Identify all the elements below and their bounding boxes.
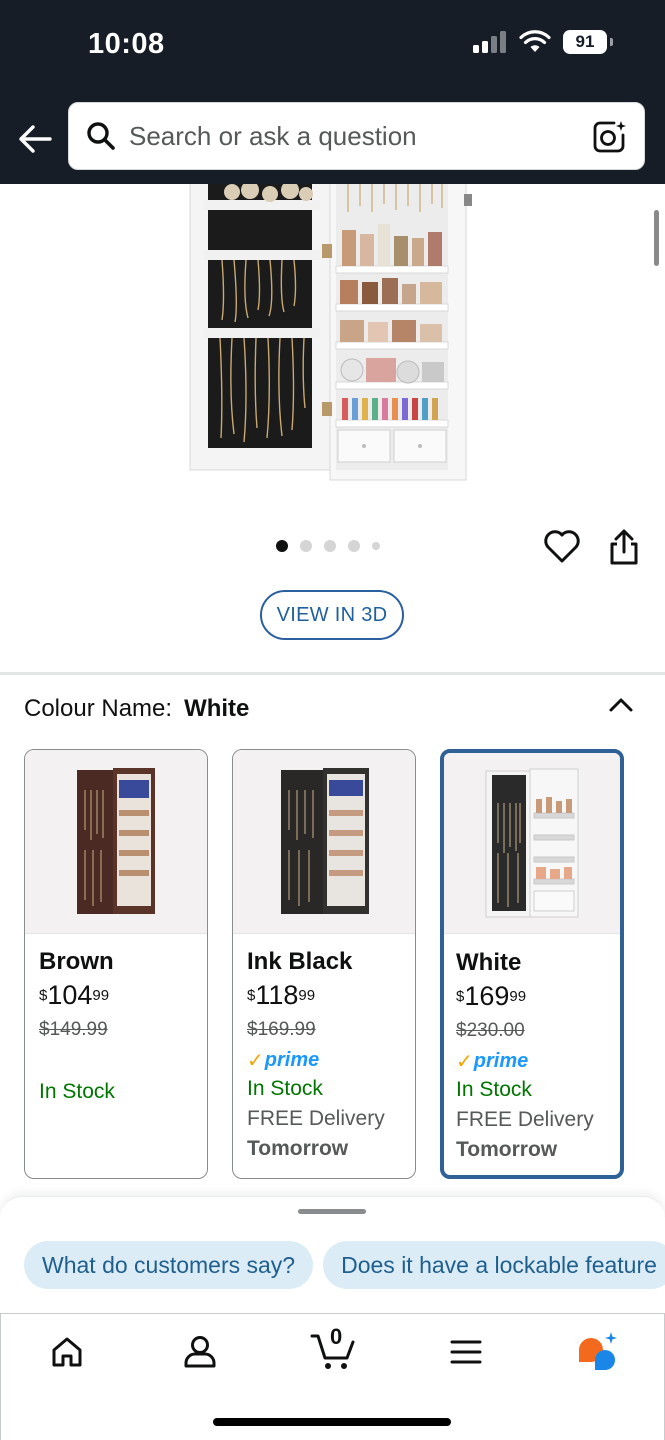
product-image[interactable] [0, 184, 665, 524]
prime-badge: ✓ prime [456, 1049, 529, 1073]
variant-thumbnail [444, 753, 620, 934]
variant-stock-status: In Stock [39, 1080, 115, 1103]
scroll-indicator [654, 210, 659, 266]
jewelry-cabinet-illustration [189, 184, 472, 481]
view-in-3d-button[interactable]: VIEW IN 3D [260, 590, 404, 640]
status-time: 10:08 [88, 28, 165, 60]
section-divider [0, 672, 665, 675]
search-input[interactable] [129, 120, 569, 152]
wifi-icon [519, 30, 551, 52]
status-icons: 91 [473, 30, 613, 54]
variant-card-white[interactable]: White $16999 $230.00 ✓ prime In Stock FRE… [440, 749, 624, 1179]
colour-selection-header: Colour Name: White [24, 695, 249, 723]
variant-was-price: $230.00 [456, 1020, 525, 1041]
variant-name: Brown [39, 948, 114, 975]
prime-check-icon: ✓ [247, 1049, 264, 1072]
variant-delivery-day: Tomorrow [456, 1138, 558, 1161]
search-icon [87, 122, 115, 150]
prime-check-icon: ✓ [456, 1050, 473, 1073]
prime-badge: ✓ prime [247, 1048, 320, 1072]
search-bar[interactable] [68, 102, 645, 170]
variant-stock-status: In Stock [456, 1078, 532, 1101]
cart-button[interactable]: 0 [309, 1324, 357, 1372]
image-pagination-dots[interactable] [276, 540, 380, 552]
variant-stock-status: In Stock [247, 1077, 323, 1100]
suggestion-chips: What do customers say? Does it have a lo… [24, 1241, 665, 1289]
battery-indicator: 91 [563, 30, 613, 54]
account-icon[interactable] [180, 1332, 220, 1372]
back-arrow-icon[interactable] [16, 120, 54, 158]
home-icon[interactable] [47, 1332, 87, 1372]
share-icon[interactable] [606, 528, 642, 566]
menu-icon[interactable] [446, 1332, 486, 1372]
variant-delivery: FREE Delivery [247, 1107, 385, 1130]
variant-price: $11899 [247, 980, 316, 1010]
colour-selected-value: White [184, 695, 250, 722]
home-indicator [213, 1418, 451, 1426]
variant-name: White [456, 949, 522, 976]
cellular-signal-icon [473, 31, 506, 53]
variant-card-brown[interactable]: Brown $10499 $149.99 In Stock [24, 749, 208, 1179]
heart-icon[interactable] [543, 528, 581, 564]
pagination-dot-5[interactable] [372, 542, 380, 550]
variant-was-price: $169.99 [247, 1019, 316, 1040]
camera-lens-icon[interactable] [592, 119, 628, 155]
variant-delivery-day: Tomorrow [247, 1137, 349, 1160]
chevron-up-icon[interactable] [606, 692, 636, 716]
top-bar: 10:08 91 [0, 0, 665, 184]
colour-label: Colour Name: [24, 695, 173, 722]
variant-thumbnail [233, 750, 415, 934]
colour-variant-list: Brown $10499 $149.99 In Stock Ink Black … [24, 749, 665, 1181]
variant-card-ink-black[interactable]: Ink Black $11899 $169.99 ✓ prime In Stock… [232, 749, 416, 1179]
suggestion-chip-lockable[interactable]: Does it have a lockable feature [323, 1241, 665, 1289]
variant-delivery: FREE Delivery [456, 1108, 594, 1131]
cart-count: 0 [330, 1324, 343, 1349]
rufus-ai-icon[interactable] [575, 1330, 619, 1372]
pagination-dot-3[interactable] [324, 540, 336, 552]
pagination-dot-4[interactable] [348, 540, 360, 552]
pagination-dot-1[interactable] [276, 540, 288, 552]
suggestion-chip-customers-say[interactable]: What do customers say? [24, 1241, 314, 1289]
variant-price: $16999 [456, 981, 527, 1011]
pagination-dot-2[interactable] [300, 540, 312, 552]
sheet-drag-handle[interactable] [298, 1209, 366, 1214]
variant-price: $10499 [39, 980, 110, 1010]
cabinet-thumbnail-icon [281, 768, 369, 914]
cabinet-thumbnail-icon [77, 768, 155, 914]
variant-name: Ink Black [247, 948, 353, 975]
variant-was-price: $149.99 [39, 1019, 108, 1040]
cabinet-thumbnail-icon [485, 768, 579, 918]
variant-thumbnail [25, 750, 207, 934]
ai-suggestions-sheet: What do customers say? Does it have a lo… [0, 1196, 665, 1316]
